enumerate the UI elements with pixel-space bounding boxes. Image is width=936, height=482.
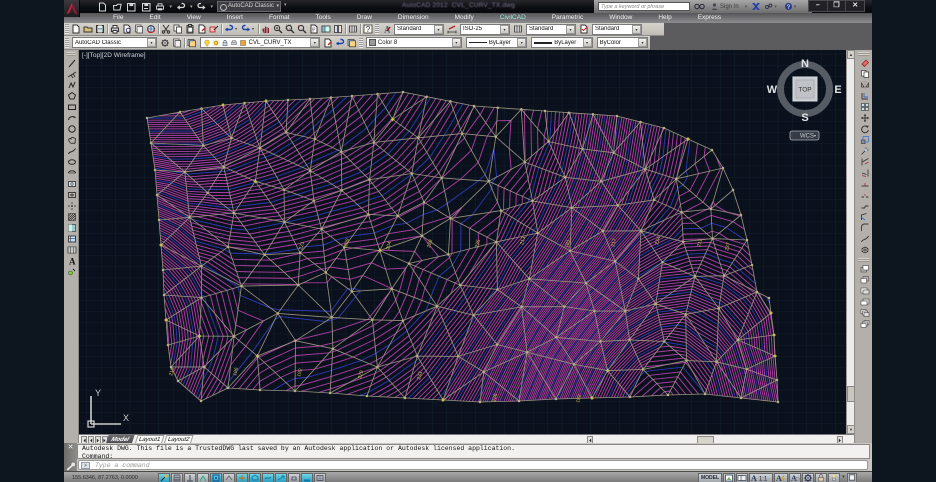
- svg-text:S: S: [801, 112, 808, 124]
- svg-text:N: N: [801, 58, 809, 70]
- svg-text:217: 217: [610, 238, 618, 248]
- svg-text:221: 221: [298, 241, 306, 251]
- svg-text:▾: ▾: [814, 133, 816, 138]
- svg-text:A: A: [69, 256, 76, 266]
- svg-text:1:1: 1:1: [759, 476, 768, 482]
- svg-text:237: 237: [724, 242, 732, 252]
- svg-text:213: 213: [519, 236, 527, 246]
- svg-text:229: 229: [357, 370, 365, 380]
- svg-text:234: 234: [654, 236, 662, 246]
- svg-text:A: A: [776, 474, 782, 482]
- svg-text:Y: Y: [95, 388, 101, 398]
- svg-text:235: 235: [474, 239, 482, 249]
- svg-text:?: ?: [366, 25, 371, 34]
- svg-text:A: A: [751, 474, 757, 482]
- svg-text:204: 204: [385, 241, 393, 251]
- svg-text:X: X: [123, 413, 129, 423]
- svg-text:181: 181: [564, 239, 572, 249]
- svg-text:192: 192: [575, 394, 583, 404]
- svg-text:WCS: WCS: [800, 134, 814, 140]
- svg-text:TOP: TOP: [798, 87, 811, 94]
- svg-text:196: 196: [232, 367, 240, 377]
- svg-text:E: E: [834, 84, 841, 96]
- svg-text:239: 239: [426, 239, 434, 249]
- svg-text:W: W: [767, 84, 778, 96]
- svg-text:209: 209: [343, 238, 351, 248]
- svg-text:192: 192: [296, 368, 304, 378]
